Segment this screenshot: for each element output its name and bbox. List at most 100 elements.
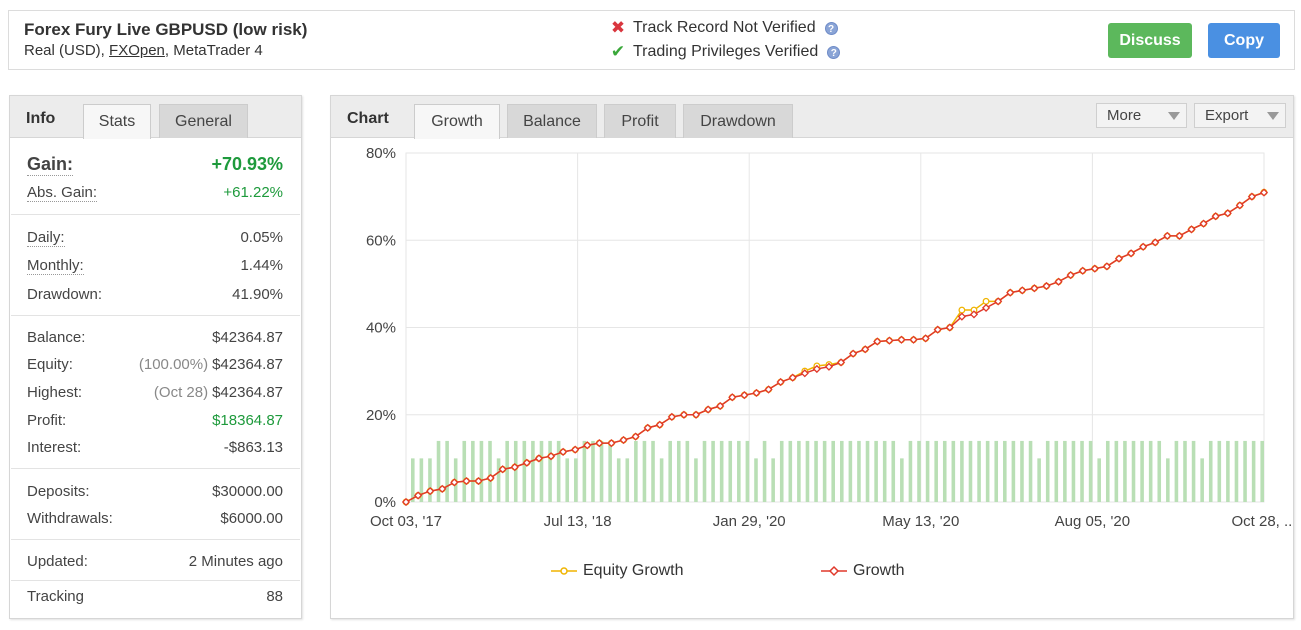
drawdown-label: Drawdown: <box>27 286 103 303</box>
y-tick-label: 80% <box>366 145 396 162</box>
x-tick-label: Oct 03, '17 <box>370 513 442 530</box>
divider <box>11 539 300 540</box>
y-tick-label: 0% <box>374 494 396 511</box>
profit-row: Profit: $18364.87 <box>27 412 283 429</box>
volume-bar <box>428 458 432 502</box>
equity-growth-point <box>958 306 966 314</box>
tab-general[interactable]: General <box>159 104 248 138</box>
volume-bar <box>1140 440 1144 502</box>
highest-date: (Oct 28) <box>153 384 209 401</box>
balance-label: Balance: <box>27 329 86 346</box>
trading-privileges-text: Trading Privileges Verified <box>633 43 819 60</box>
volume-bar <box>616 458 621 502</box>
tracking-label: Tracking <box>27 588 84 605</box>
y-tick-label: 60% <box>366 232 396 249</box>
volume-bar <box>1105 440 1110 502</box>
equity-value: $42364.87 <box>212 356 283 373</box>
help-icon[interactable]: ? <box>824 21 838 35</box>
checkmark-icon: ✔ <box>610 42 626 61</box>
info-heading: Info <box>26 110 56 127</box>
interest-value: -$863.13 <box>223 439 283 456</box>
balance-value: $42364.87 <box>212 329 283 346</box>
volume-bar <box>436 440 441 502</box>
volume-bar <box>1080 440 1084 502</box>
deposits-row: Deposits: $30000.00 <box>27 483 283 500</box>
x-tick-label: May 13, '20 <box>882 513 959 530</box>
volume-bar <box>565 458 570 502</box>
y-tick-label: 40% <box>366 320 396 337</box>
volume-bar <box>634 440 638 502</box>
volume-bar <box>462 440 467 502</box>
volume-bar <box>745 440 750 502</box>
copy-button[interactable]: Copy <box>1208 23 1280 58</box>
divider <box>11 315 300 316</box>
volume-bar <box>900 458 904 502</box>
broker-link[interactable]: FXOpen <box>109 42 165 59</box>
withdrawals-value: $6000.00 <box>220 510 283 527</box>
x-tick-label: Oct 28, ... <box>1231 513 1293 530</box>
volume-bar <box>934 440 938 502</box>
growth-chart[interactable]: 0% 20% 40% 60% 80% Oct 03, '17 Jul 13, '18 Jan … <box>331 96 1293 618</box>
profit-value: $18364.87 <box>212 412 283 429</box>
updated-value: 2 Minutes ago <box>188 553 283 570</box>
chart-panel: Chart Growth Balance Profit Drawdown Mor… <box>330 95 1294 619</box>
volume-bar <box>1226 440 1230 502</box>
volume-bar <box>1063 440 1067 502</box>
monthly-value: 1.44% <box>240 257 283 274</box>
tracking-row: Tracking 88 <box>27 588 283 605</box>
volume-bar <box>1183 440 1187 502</box>
withdrawals-row: Withdrawals: $6000.00 <box>27 510 283 527</box>
volume-bar <box>805 440 810 502</box>
volume-bar <box>891 440 896 502</box>
volume-bar <box>977 440 981 502</box>
discuss-button[interactable]: Discuss <box>1108 23 1192 58</box>
volume-bar <box>1114 440 1119 502</box>
volume-bar <box>1208 440 1213 502</box>
drawdown-row: Drawdown: 41.90% <box>27 286 283 303</box>
volume-bar <box>522 440 527 502</box>
volume-bar <box>651 440 655 502</box>
volume-bar <box>917 440 921 502</box>
volume-bar <box>694 458 698 502</box>
volume-bar <box>668 440 672 502</box>
volume-bar <box>857 440 861 502</box>
volume-bar <box>1191 440 1196 502</box>
volume-bar <box>1217 440 1222 502</box>
legend-equity-growth[interactable]: Equity Growth <box>551 562 683 580</box>
volume-bar <box>471 440 475 502</box>
cross-icon: ✖ <box>610 18 626 37</box>
volume-bar <box>574 458 578 502</box>
volume-bar <box>479 440 484 502</box>
highest-label: Highest: <box>27 384 83 401</box>
volume-bar <box>702 440 707 502</box>
gain-label: Gain: <box>27 154 74 176</box>
volume-bar <box>1054 440 1059 502</box>
monthly-row: Monthly: 1.44% <box>27 257 283 275</box>
daily-label: Daily: <box>27 229 65 247</box>
volume-bar <box>985 440 990 502</box>
deposits-label: Deposits: <box>27 483 90 500</box>
legend-growth[interactable]: Growth <box>821 562 905 580</box>
updated-label: Updated: <box>27 553 88 570</box>
volume-bar <box>968 440 973 502</box>
volume-bar <box>925 440 930 502</box>
volume-bar <box>685 440 690 502</box>
volume-bar <box>539 440 544 502</box>
profit-label: Profit: <box>27 412 67 429</box>
volume-bar <box>1260 440 1264 502</box>
volume-bar <box>1123 440 1127 502</box>
help-icon[interactable]: ? <box>827 45 841 59</box>
withdrawals-label: Withdrawals: <box>27 510 113 527</box>
tab-stats[interactable]: Stats <box>83 104 151 139</box>
volume-bar <box>831 440 835 502</box>
system-title: Forex Fury Live GBPUSD (low risk) <box>24 20 308 39</box>
volume-bar <box>1200 458 1204 502</box>
deposits-value: $30000.00 <box>212 483 283 500</box>
volume-bar <box>1174 440 1179 502</box>
volume-bar <box>642 440 647 502</box>
abs-gain-value: +61.22% <box>223 184 283 201</box>
volume-bar <box>1011 440 1016 502</box>
volume-bar <box>496 458 501 502</box>
volume-bar <box>874 440 878 502</box>
volume-bar <box>1037 458 1041 502</box>
